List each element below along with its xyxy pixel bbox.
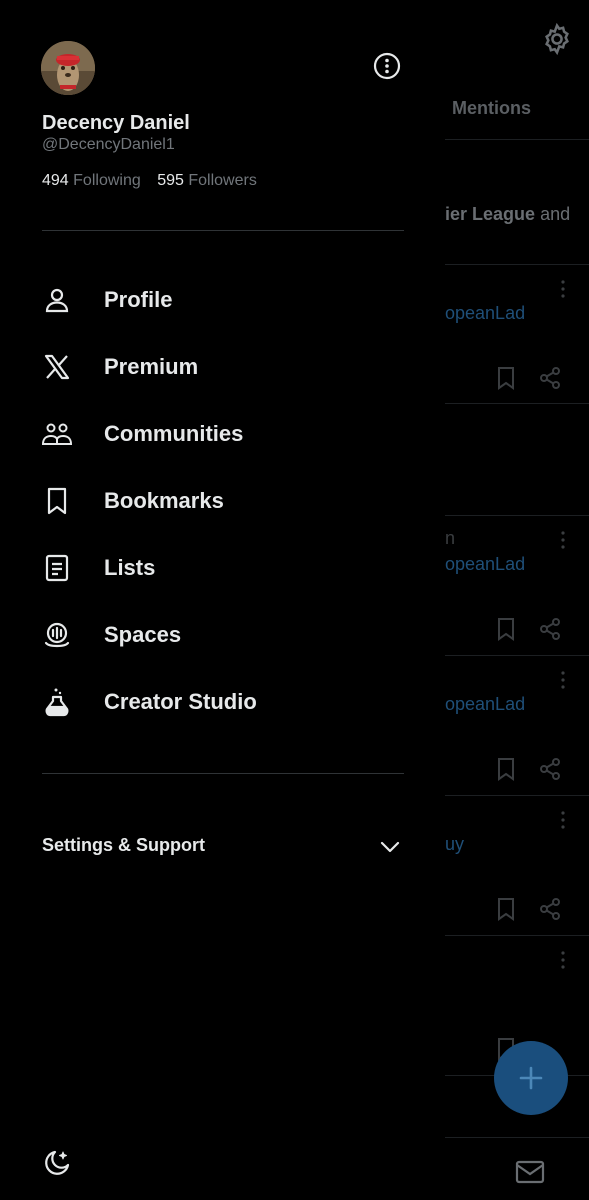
followers-label: Followers <box>188 172 257 189</box>
user-handle: @DecencyDaniel1 <box>42 136 175 153</box>
menu-item-label: Spaces <box>104 622 182 647</box>
divider <box>445 515 589 516</box>
settings-gear-icon[interactable] <box>540 22 574 56</box>
divider <box>445 264 589 265</box>
post-text-bold: ier League <box>445 204 536 224</box>
share-icon[interactable] <box>538 897 562 921</box>
menu-item-label: Communities <box>104 421 244 446</box>
messages-icon[interactable] <box>514 1158 546 1186</box>
bookmark-icon[interactable] <box>495 366 517 390</box>
compose-post-button[interactable] <box>494 1041 568 1115</box>
followers-count: 595 <box>157 172 184 189</box>
chevron-down-icon <box>380 841 400 853</box>
post-handle-fragment: uy <box>445 834 465 854</box>
post-more-icon[interactable] <box>560 279 566 299</box>
share-icon[interactable] <box>538 757 562 781</box>
bookmark-icon <box>41 485 73 517</box>
post-text-and: and <box>540 204 571 224</box>
post-handle-fragment: opeanLad <box>445 554 526 574</box>
divider <box>445 655 589 656</box>
menu-item-lists[interactable]: Lists <box>0 538 445 598</box>
post-handle-fragment: opeanLad <box>445 303 526 323</box>
plus-icon <box>519 1066 543 1090</box>
menu-item-spaces[interactable]: Spaces <box>0 605 445 665</box>
divider <box>445 403 589 404</box>
following-label: Following <box>73 172 141 189</box>
display-name[interactable]: Decency Daniel <box>42 112 190 135</box>
menu-item-label: Bookmarks <box>104 488 224 513</box>
bookmark-icon[interactable] <box>495 897 517 921</box>
divider <box>445 795 589 796</box>
post-more-icon[interactable] <box>560 670 566 690</box>
menu-item-profile[interactable]: Profile <box>0 270 445 330</box>
list-icon <box>41 552 73 584</box>
divider <box>445 139 589 140</box>
bookmark-icon[interactable] <box>495 617 517 641</box>
person-icon <box>41 284 73 316</box>
post-more-icon[interactable] <box>560 810 566 830</box>
post-more-icon[interactable] <box>560 530 566 550</box>
menu-item-bookmarks[interactable]: Bookmarks <box>0 471 445 531</box>
divider <box>42 773 404 774</box>
x-logo-icon <box>41 351 73 383</box>
menu-item-label: Profile <box>104 287 173 312</box>
bottom-nav-divider <box>445 1137 589 1138</box>
avatar[interactable] <box>41 41 95 95</box>
menu-item-label: Creator Studio <box>104 689 257 714</box>
menu-item-label: Premium <box>104 354 199 379</box>
post-handle-fragment: opeanLad <box>445 694 526 714</box>
share-icon[interactable] <box>538 617 562 641</box>
flask-icon <box>41 686 73 718</box>
avatar-image <box>41 41 95 95</box>
navigation-drawer: Decency Daniel @DecencyDaniel1 494 Follo… <box>0 0 445 1200</box>
divider <box>445 935 589 936</box>
menu-item-label: Lists <box>104 555 156 580</box>
communities-icon <box>41 418 73 450</box>
menu-item-premium[interactable]: Premium <box>0 337 445 397</box>
post-more-icon[interactable] <box>560 950 566 970</box>
following-link[interactable]: 494 Following <box>42 172 141 189</box>
follow-stats: 494 Following 595 Followers <box>42 172 269 190</box>
menu-item-communities[interactable]: Communities <box>0 404 445 464</box>
followers-link[interactable]: 595 Followers <box>157 172 257 189</box>
post-text-fragment: ier League and <box>445 204 570 225</box>
share-icon[interactable] <box>538 366 562 390</box>
menu-item-creator-studio[interactable]: Creator Studio <box>0 672 445 732</box>
divider <box>42 230 404 231</box>
account-more-icon[interactable] <box>372 51 402 81</box>
post-text-fragment: n <box>445 528 456 548</box>
spaces-icon <box>41 619 73 651</box>
tab-mentions[interactable]: Mentions <box>452 98 531 119</box>
theme-moon-icon[interactable] <box>42 1148 72 1178</box>
settings-support-toggle[interactable]: Settings & Support <box>0 825 445 867</box>
bookmark-icon[interactable] <box>495 757 517 781</box>
following-count: 494 <box>42 172 69 189</box>
settings-support-label: Settings & Support <box>42 835 205 855</box>
